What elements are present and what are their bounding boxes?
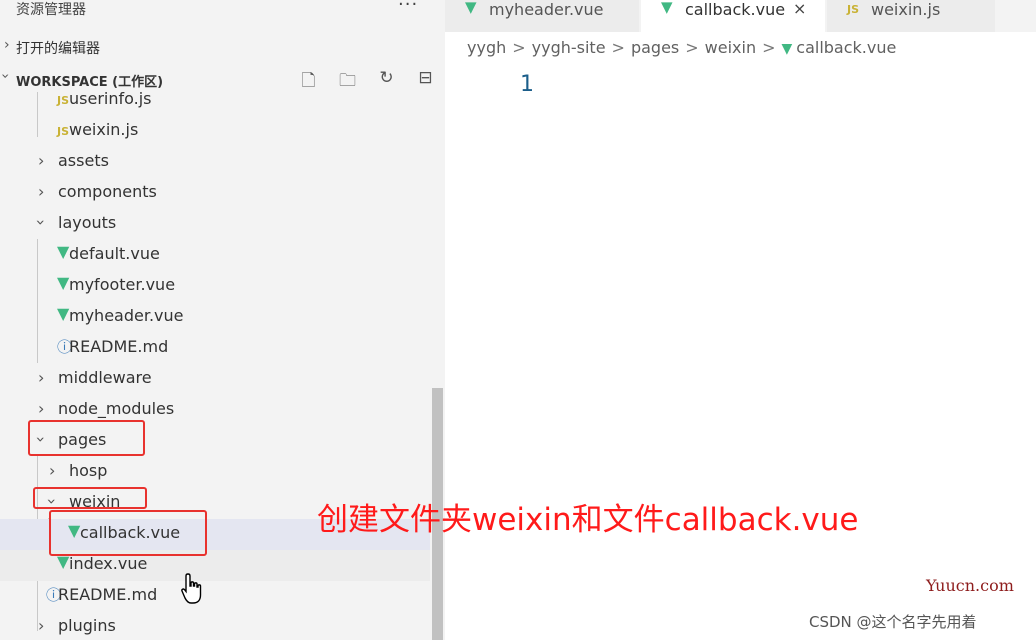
line-number: 1 [520, 72, 534, 97]
annotation-text: 创建文件夹weixin和文件callback.vue [317, 502, 859, 538]
tree-item-label: components [58, 182, 157, 201]
breadcrumb-item[interactable]: callback.vue [796, 38, 896, 57]
tab-label: myheader.vue [489, 0, 604, 19]
tree-file[interactable]: ⓘ README.md [0, 581, 430, 612]
highlight-box-pages [28, 420, 145, 456]
tab-label: weixin.js [871, 0, 941, 19]
more-actions-icon[interactable]: ··· [398, 0, 418, 15]
vue-file-icon: ▼ [661, 0, 673, 16]
chevron-down-icon: › [31, 219, 51, 226]
explorer-title: 资源管理器 [16, 2, 86, 18]
tab-callback[interactable]: ▼ callback.vue × [641, 0, 825, 32]
tree-item-label: middleware [58, 368, 152, 387]
editor-area[interactable] [445, 64, 1036, 640]
tree-item-label: myfooter.vue [69, 275, 176, 294]
tree-file[interactable]: ⓘ README.md [0, 333, 430, 364]
site-watermark: Yuucn.com [926, 576, 1014, 595]
breadcrumb: yygh > yygh-site > pages > weixin > ▼ callback.vu… [467, 38, 896, 57]
chevron-right-icon: › [49, 461, 56, 480]
file-tree: JS userinfo.js JS weixin.js › assets › componen… [0, 92, 430, 640]
tab-weixin-js[interactable]: JS weixin.js [827, 0, 995, 32]
vue-file-icon: ▼ [781, 41, 793, 57]
chevron-right-icon: › [4, 37, 10, 53]
hand-cursor-icon [181, 573, 202, 604]
breadcrumb-separator: > [611, 38, 625, 57]
open-editors-label: 打开的编辑器 [16, 41, 100, 57]
tree-folder[interactable]: › middleware [0, 364, 430, 395]
open-editors-section[interactable]: › 打开的编辑器 [0, 34, 445, 60]
vue-file-icon: ▼ [57, 304, 70, 323]
highlight-box-weixin [33, 487, 147, 509]
highlight-box-callback [49, 510, 207, 556]
breadcrumb-item[interactable]: yygh-site [532, 38, 606, 57]
tree-item-label: hosp [69, 461, 108, 480]
tree-file[interactable]: JS weixin.js [0, 116, 430, 147]
tab-myheader[interactable]: ▼ myheader.vue [445, 0, 639, 32]
breadcrumb-item[interactable]: yygh [467, 38, 506, 57]
breadcrumb-separator: > [512, 38, 526, 57]
breadcrumb-separator: > [685, 38, 699, 57]
tree-item-label: README.md [69, 337, 169, 356]
tree-file[interactable]: ▼ default.vue [0, 240, 430, 271]
tree-item-label: plugins [58, 616, 116, 635]
tree-file[interactable]: ▼ myheader.vue [0, 302, 430, 333]
vue-file-icon: ▼ [465, 0, 477, 16]
chevron-right-icon: › [38, 182, 45, 201]
breadcrumb-separator: > [762, 38, 776, 57]
chevron-down-icon: › [0, 73, 13, 79]
tree-item-label: index.vue [69, 554, 148, 573]
sidebar-scrollbar[interactable] [430, 92, 445, 640]
tree-folder[interactable]: › components [0, 178, 430, 209]
tree-item-label: weixin.js [69, 120, 139, 139]
tree-item-label: assets [58, 151, 109, 170]
chevron-right-icon: › [38, 616, 45, 635]
chevron-right-icon: › [38, 368, 45, 387]
chevron-right-icon: › [38, 399, 45, 418]
workspace-section[interactable]: › WORKSPACE (工作区) 🗋 🗀 ↻ ⊟ [0, 66, 445, 92]
csdn-watermark: CSDN @这个名字先用着 [809, 613, 977, 631]
tree-item-label: myheader.vue [69, 306, 184, 325]
chevron-right-icon: › [38, 151, 45, 170]
tree-item-label: README.md [58, 585, 158, 604]
vue-file-icon: ▼ [57, 273, 70, 292]
tab-label: callback.vue [685, 0, 786, 19]
breadcrumb-item[interactable]: pages [631, 38, 679, 57]
tree-folder[interactable]: › hosp [0, 457, 430, 488]
tree-file[interactable]: ▼ myfooter.vue [0, 271, 430, 302]
tree-item-label: default.vue [69, 244, 160, 263]
vue-file-icon: ▼ [57, 242, 70, 261]
js-file-icon: JS [57, 125, 70, 138]
breadcrumb-item[interactable]: weixin [705, 38, 756, 57]
tree-file[interactable]: JS userinfo.js [0, 92, 430, 116]
tree-item-label: layouts [58, 213, 117, 232]
js-file-icon: JS [847, 3, 860, 16]
workspace-label: WORKSPACE (工作区) [16, 75, 164, 90]
tree-item-label: node_modules [58, 399, 175, 418]
tree-folder[interactable]: › layouts [0, 209, 430, 240]
tree-item-label: userinfo.js [69, 92, 152, 108]
js-file-icon: JS [57, 94, 70, 107]
tree-folder[interactable]: › plugins [0, 612, 430, 640]
close-icon[interactable]: × [793, 0, 806, 18]
editor-tab-bar: ▼ myheader.vue ▼ callback.vue × JS weixi… [445, 0, 1036, 32]
tree-folder[interactable]: › assets [0, 147, 430, 178]
